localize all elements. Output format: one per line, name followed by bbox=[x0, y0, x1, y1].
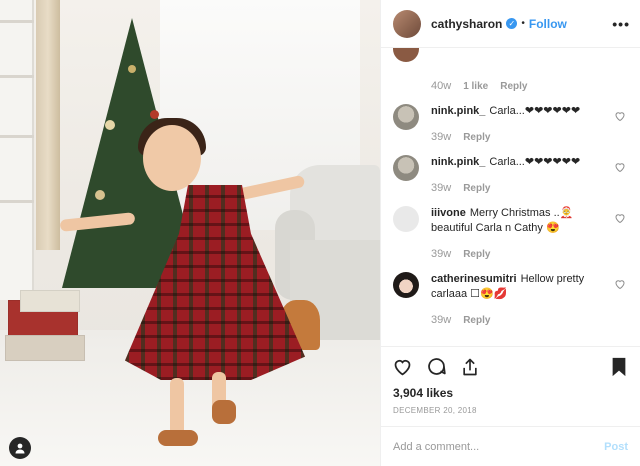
instagram-post-view: cathysharon ✓ • Follow ••• 40w 1 like Re… bbox=[0, 0, 640, 466]
list-item: iiivone Merry Christmas ..🤶 beautiful Car… bbox=[393, 200, 628, 266]
likes-count[interactable]: 3,904 likes bbox=[381, 386, 640, 402]
comment-time: 40w bbox=[431, 80, 452, 92]
shoe bbox=[158, 430, 198, 446]
comment-text: Carla...❤❤❤❤❤❤ bbox=[489, 105, 581, 117]
comment-meta: 40w 1 like Reply bbox=[393, 48, 628, 98]
post-author-username[interactable]: cathysharon bbox=[431, 17, 502, 31]
post-sidebar: cathysharon ✓ • Follow ••• 40w 1 like Re… bbox=[380, 0, 640, 466]
separator-dot: • bbox=[521, 18, 525, 29]
post-button[interactable]: Post bbox=[604, 441, 628, 453]
avatar[interactable] bbox=[393, 104, 419, 130]
comment-username[interactable]: catherinesumitri bbox=[431, 273, 517, 285]
comment-icon[interactable] bbox=[425, 356, 447, 378]
share-icon[interactable] bbox=[459, 356, 481, 378]
comments-list[interactable]: 40w 1 like Reply nink.pink_ Carla...❤❤❤❤❤… bbox=[381, 48, 640, 346]
reply-button[interactable]: Reply bbox=[500, 81, 527, 92]
list-item: nink.pink_ Carla...❤❤❤❤❤❤ 39w Reply bbox=[393, 149, 628, 200]
heart-icon[interactable] bbox=[614, 161, 626, 173]
comment-username[interactable]: nink.pink_ bbox=[431, 105, 485, 117]
comment-text: Carla...❤❤❤❤❤❤ bbox=[489, 156, 581, 168]
reply-button[interactable]: Reply bbox=[463, 315, 490, 326]
post-photo[interactable] bbox=[0, 0, 380, 466]
comment-likes-button[interactable]: 1 like bbox=[463, 81, 488, 92]
add-comment-bar: Post bbox=[381, 426, 640, 466]
follow-button[interactable]: Follow bbox=[529, 17, 567, 31]
gift-box bbox=[20, 290, 80, 312]
user-tag-icon[interactable] bbox=[9, 437, 31, 459]
post-actions bbox=[381, 346, 640, 386]
comment-time: 39w bbox=[431, 248, 452, 260]
reply-button[interactable]: Reply bbox=[463, 183, 490, 194]
avatar[interactable] bbox=[393, 155, 419, 181]
heart-icon[interactable] bbox=[391, 356, 413, 378]
avatar[interactable] bbox=[393, 9, 421, 38]
post-date: DECEMBER 20, 2018 bbox=[393, 406, 477, 415]
comment-time: 39w bbox=[431, 182, 452, 194]
list-item: catherinesumitri Hellow pretty carlaaa ☐😍… bbox=[393, 266, 628, 332]
gift-box bbox=[5, 335, 85, 361]
more-options-button[interactable]: ••• bbox=[612, 16, 630, 32]
heart-icon[interactable] bbox=[614, 278, 626, 290]
heart-icon[interactable] bbox=[614, 110, 626, 122]
comment-username[interactable]: iiivone bbox=[431, 207, 466, 219]
bookshelf bbox=[0, 0, 34, 300]
comment-input[interactable] bbox=[393, 440, 597, 453]
list-item: nink.pink_ Carla...❤❤❤❤❤❤ 39w Reply bbox=[393, 98, 628, 149]
avatar[interactable] bbox=[393, 272, 419, 298]
reply-button[interactable]: Reply bbox=[463, 249, 490, 260]
heart-icon[interactable] bbox=[614, 212, 626, 224]
reply-button[interactable]: Reply bbox=[463, 132, 490, 143]
curtain bbox=[36, 0, 60, 250]
bookmark-icon[interactable] bbox=[608, 356, 630, 378]
comment-time: 39w bbox=[431, 314, 452, 326]
comment-username[interactable]: nink.pink_ bbox=[431, 156, 485, 168]
verified-badge-icon: ✓ bbox=[506, 18, 518, 29]
post-header: cathysharon ✓ • Follow ••• bbox=[381, 0, 640, 48]
girl bbox=[143, 125, 201, 191]
comment-time: 39w bbox=[431, 131, 452, 143]
avatar[interactable] bbox=[393, 206, 419, 232]
shoe bbox=[212, 400, 236, 424]
